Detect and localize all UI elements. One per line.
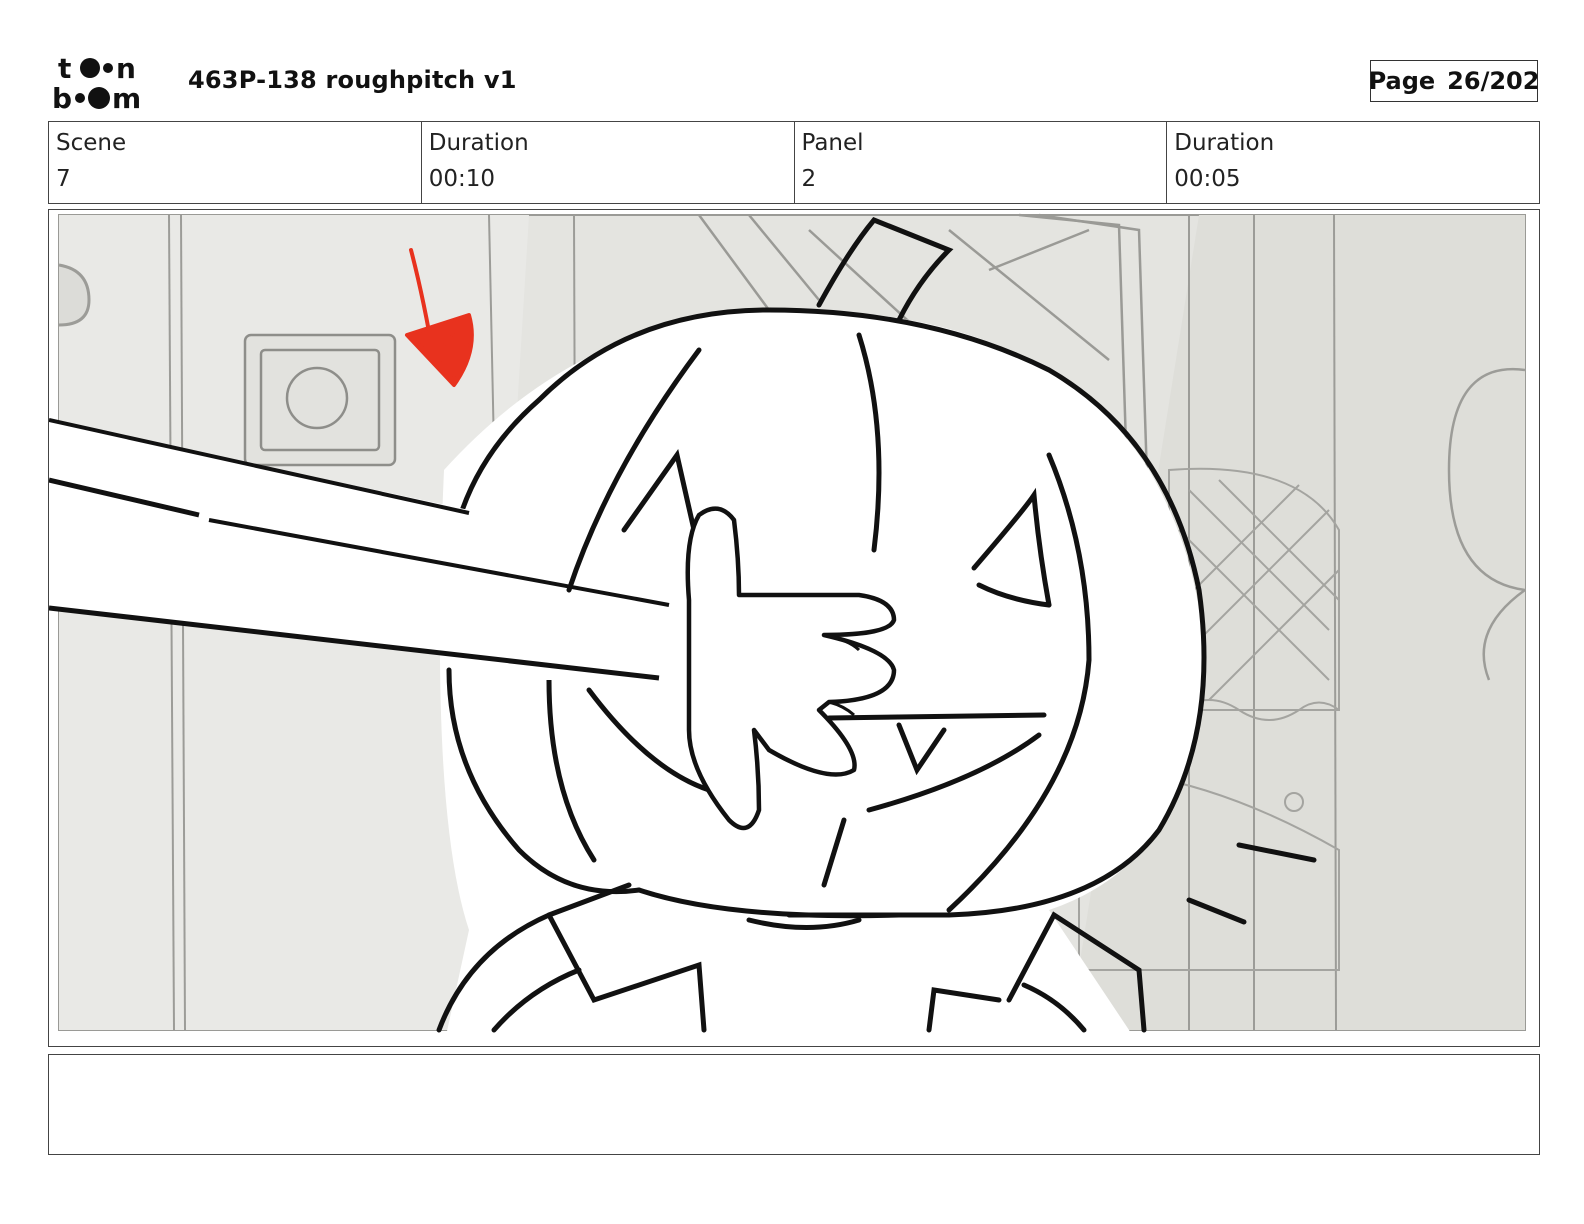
svg-text:m: m: [112, 82, 141, 112]
document-title: 463P-138 roughpitch v1: [188, 66, 517, 94]
panel-duration-label: Duration: [1174, 130, 1275, 156]
scene-cell: Scene 7: [49, 122, 422, 203]
page-number: 26/202: [1447, 67, 1540, 95]
scene-label: Scene: [56, 130, 127, 156]
panel-value: 2: [801, 166, 817, 192]
panel-notes-box: [48, 1054, 1540, 1155]
panel-duration-cell: Duration 00:05: [1167, 122, 1539, 203]
storyboard-panel-image: [48, 209, 1540, 1047]
scene-duration-value: 00:10: [428, 166, 496, 192]
storyboard-header: t n b m 463P-138 roughpitch v1 Page 26/2…: [0, 0, 1584, 120]
wall-outlet-sketch: [243, 333, 397, 467]
panel-cell: Panel 2: [795, 122, 1168, 203]
page-label: Page: [1368, 67, 1436, 95]
scene-value: 7: [56, 166, 71, 192]
svg-text:t: t: [58, 52, 71, 85]
svg-text:n: n: [116, 52, 136, 85]
panel-info-table: Scene 7 Duration 00:10 Panel 2 Duration …: [48, 121, 1540, 204]
scene-duration-cell: Duration 00:10: [422, 122, 795, 203]
page-indicator: Page 26/202: [1368, 60, 1540, 102]
toonboom-logo: t n b m: [52, 52, 164, 115]
panel-duration-value: 00:05: [1174, 166, 1241, 192]
svg-text:b: b: [52, 82, 72, 112]
scene-duration-label: Duration: [428, 130, 529, 156]
panel-label: Panel: [801, 130, 864, 156]
